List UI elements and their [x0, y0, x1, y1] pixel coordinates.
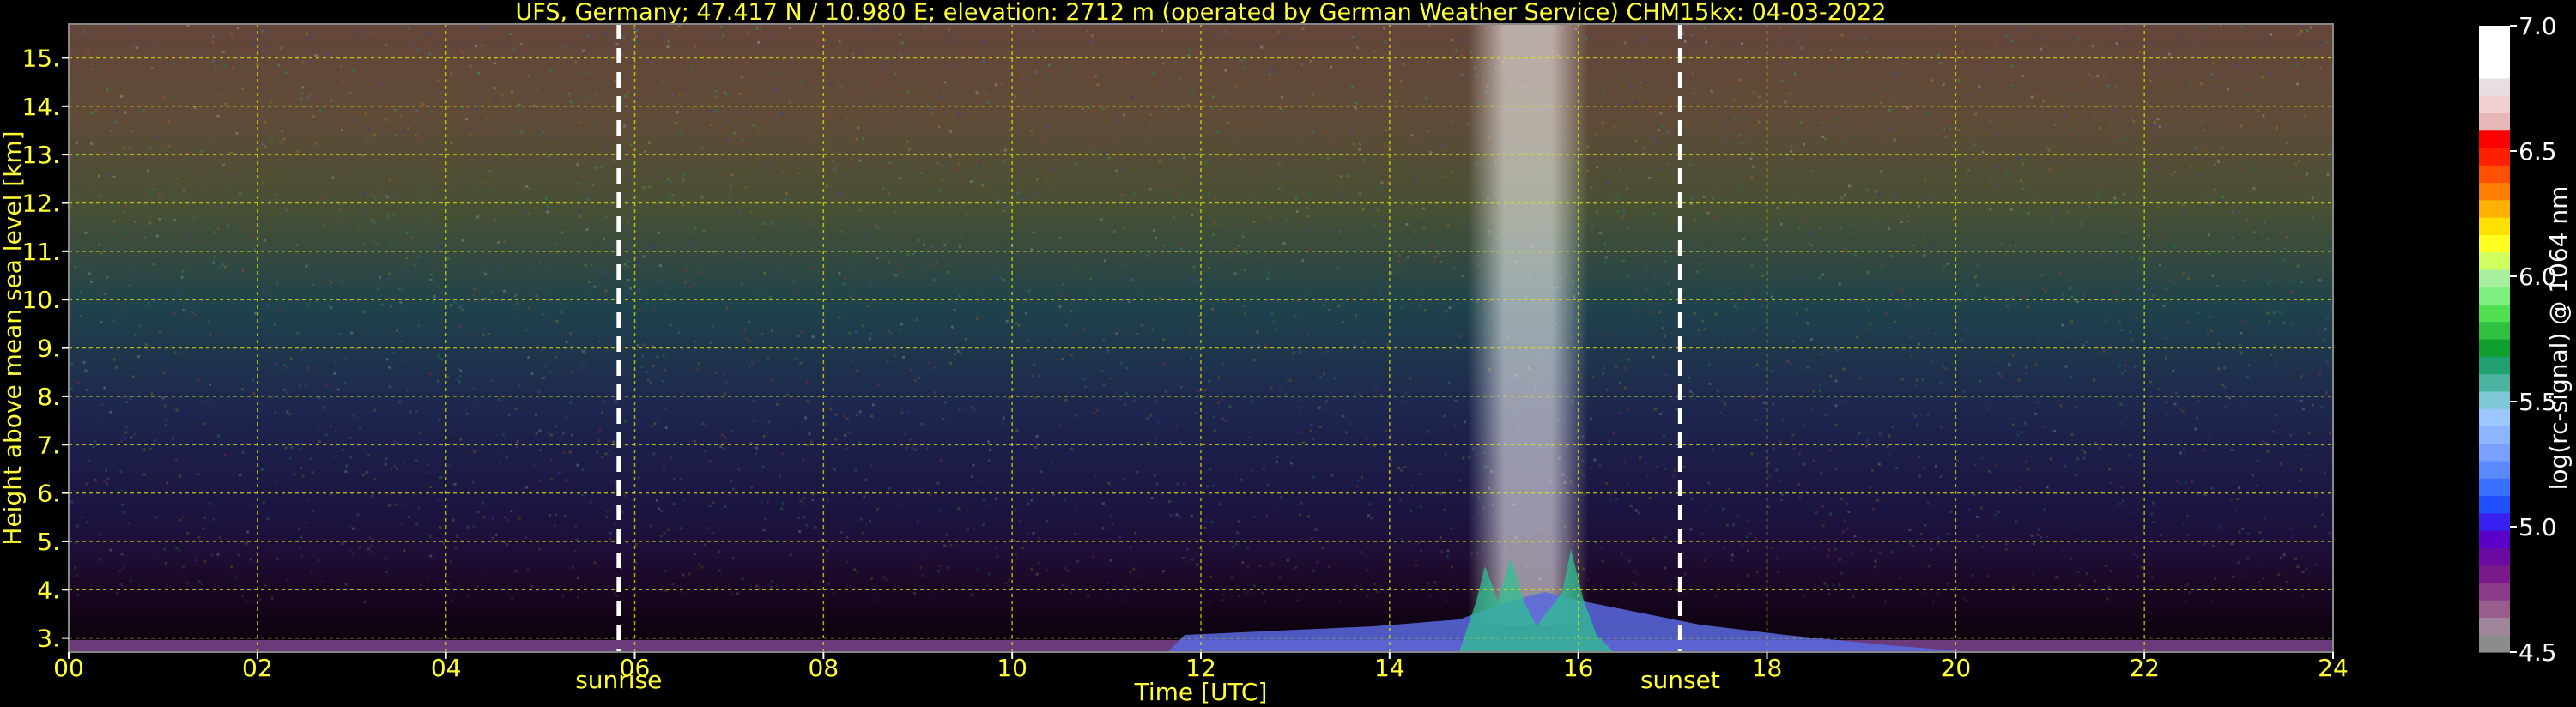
x-tick-label: 22	[2129, 654, 2160, 682]
colorbar-swatch	[2479, 234, 2510, 253]
colorbar-swatch	[2479, 321, 2510, 340]
colorbar-swatch	[2479, 199, 2510, 218]
colorbar-swatch	[2479, 600, 2510, 619]
colorbar-swatch	[2479, 112, 2510, 131]
y-axis-label: Height above mean sea level [km]	[0, 130, 27, 545]
y-tick-label: 5.	[37, 528, 60, 556]
x-tick-label: 14	[1374, 654, 1405, 682]
x-tick-label: 20	[1941, 654, 1972, 682]
colorbar-swatch	[2479, 269, 2510, 287]
colorbar-swatch	[2479, 617, 2510, 636]
colorbar-swatch	[2479, 460, 2510, 479]
colorbar-swatch	[2479, 426, 2510, 444]
y-tick-label: 11.	[21, 238, 60, 266]
colorbar-swatch	[2479, 443, 2510, 462]
y-tick-label: 10.	[21, 286, 60, 314]
colorbar-swatch	[2479, 26, 2510, 44]
y-tick-label: 3.	[37, 625, 60, 653]
colorbar-tick-label: 5.0	[2518, 513, 2557, 541]
sunrise-label: sunrise	[575, 666, 662, 694]
cloud-plume	[1468, 24, 1588, 625]
colorbar-swatch	[2479, 287, 2510, 305]
colorbar	[2479, 26, 2510, 653]
colorbar-swatch	[2479, 478, 2510, 497]
y-tick-label: 7.	[37, 431, 60, 459]
colorbar-swatch	[2479, 77, 2510, 96]
colorbar-tick-label: 4.5	[2518, 638, 2557, 667]
colorbar-swatch	[2479, 390, 2510, 409]
x-tick-label: 02	[242, 654, 273, 682]
colorbar-swatch	[2479, 60, 2510, 79]
colorbar-swatch	[2479, 182, 2510, 201]
colorbar-tick-label: 6.5	[2518, 137, 2557, 166]
colorbar-swatch	[2479, 582, 2510, 601]
x-tick-label: 04	[431, 654, 462, 682]
sunset-label: sunset	[1640, 666, 1720, 694]
colorbar-tick-label: 7.0	[2518, 12, 2557, 40]
colorbar-swatch	[2479, 165, 2510, 184]
colorbar-swatch	[2479, 217, 2510, 235]
colorbar-swatch	[2479, 565, 2510, 583]
y-tick-label: 8.	[37, 383, 60, 411]
colorbar-swatch	[2479, 547, 2510, 566]
colorbar-swatch	[2479, 147, 2510, 166]
colorbar-swatch	[2479, 43, 2510, 62]
colorbar-swatch	[2479, 408, 2510, 426]
y-axis-ticks: 3. 4. 5. 6. 7. 8. 9. 10. 11. 12. 13. 14. 15.	[21, 44, 69, 653]
chart-title: UFS, Germany; 47.417 N / 10.980 E; eleva…	[516, 0, 1887, 26]
x-tick-label: 08	[809, 654, 839, 682]
y-tick-label: 13.	[21, 141, 60, 169]
lidar-backscatter-chart: UFS, Germany; 47.417 N / 10.980 E; eleva…	[0, 0, 2573, 706]
colorbar-swatch	[2479, 356, 2510, 375]
x-tick-label: 00	[53, 654, 84, 682]
colorbar-swatch	[2479, 495, 2510, 514]
colorbar-swatch	[2479, 634, 2510, 653]
y-tick-label: 4.	[37, 576, 60, 604]
colorbar-swatch	[2479, 95, 2510, 113]
colorbar-swatch	[2479, 339, 2510, 357]
colorbar-swatch	[2479, 251, 2510, 270]
plot-area	[69, 24, 2333, 652]
y-tick-label: 14.	[21, 93, 60, 121]
x-tick-label: 24	[2318, 654, 2349, 682]
colorbar-swatch	[2479, 373, 2510, 392]
noise-fade	[69, 24, 2333, 652]
x-axis-label: Time [UTC]	[1134, 678, 1268, 706]
colorbar-label: log(rc-signal) @ 1064 nm	[2544, 186, 2573, 491]
colorbar-swatch	[2479, 130, 2510, 148]
colorbar-swatch	[2479, 512, 2510, 531]
x-tick-label: 16	[1563, 654, 1594, 682]
y-tick-label: 12.	[21, 189, 60, 217]
y-tick-label: 9.	[37, 335, 60, 363]
colorbar-swatch	[2479, 304, 2510, 323]
y-tick-label: 6.	[37, 480, 60, 508]
x-tick-label: 10	[997, 654, 1027, 682]
y-tick-label: 15.	[21, 44, 60, 72]
colorbar-swatch	[2479, 530, 2510, 548]
x-tick-label: 18	[1752, 654, 1783, 682]
